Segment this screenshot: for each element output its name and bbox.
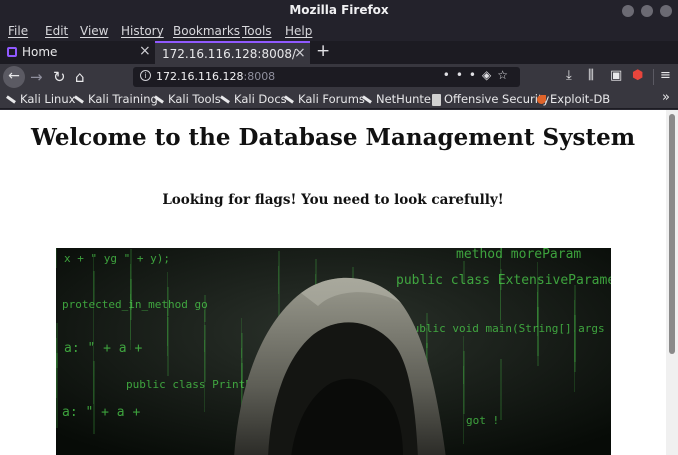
rain-streak <box>93 346 94 404</box>
minimize-button[interactable] <box>622 5 634 17</box>
bookmark-offensive-security[interactable]: Offensive Security <box>432 92 549 106</box>
kali-dragon-icon <box>6 95 16 104</box>
offsec-icon <box>432 93 441 106</box>
menu-file[interactable]: File <box>8 24 28 38</box>
rain-streak <box>500 359 502 420</box>
url-host: 172.16.116.128 <box>156 70 244 83</box>
menu-view[interactable]: View <box>80 24 108 38</box>
sidebar-icon[interactable]: ▣ <box>610 68 622 83</box>
tab-home[interactable]: Home × <box>0 41 155 64</box>
bookmark-label: NetHunter <box>376 92 436 106</box>
ublock-icon[interactable]: ⬢ <box>632 68 643 83</box>
vertical-scrollbar[interactable] <box>666 110 678 455</box>
bookmarks-toolbar: Kali Linux Kali Training Kali Tools Kali… <box>0 90 678 109</box>
downloads-icon[interactable]: ⤓ <box>566 68 572 83</box>
code-line: got ! <box>466 414 499 427</box>
url-bar[interactable]: i 172.16.116.128:8008 •••◈☆ <box>133 67 520 87</box>
bookmark-kali-docs[interactable]: Kali Docs <box>220 92 287 106</box>
code-line: public class ExtensiveParameters <box>396 273 611 288</box>
close-tab-icon[interactable]: × <box>294 45 306 61</box>
page-title: Welcome to the Database Management Syste… <box>30 124 636 151</box>
page-subtitle: Looking for flags! You need to look care… <box>162 192 504 208</box>
maximize-button[interactable] <box>641 5 653 17</box>
site-info-icon[interactable]: i <box>140 70 151 81</box>
menu-bar: File Edit View History Bookmarks Tools H… <box>0 22 678 41</box>
bookmark-label: Kali Training <box>88 92 158 106</box>
rain-streak <box>574 285 576 372</box>
exploit-db-icon <box>537 95 546 104</box>
navigation-toolbar: ← → ↻ ⌂ i 172.16.116.128:8008 •••◈☆ ⤓ ⫼ … <box>0 64 678 90</box>
bookmark-label: Offensive Security <box>444 92 550 106</box>
rain-streak <box>426 313 428 348</box>
hamburger-menu-icon[interactable]: ≡ <box>660 68 671 83</box>
bookmark-kali-training[interactable]: Kali Training <box>74 92 158 106</box>
scrollbar-thumb[interactable] <box>669 114 675 354</box>
home-icon[interactable]: ⌂ <box>75 66 85 88</box>
rain-streak <box>56 248 57 268</box>
hooded-hacker-image: x + " yg " + y); method moreParam protecte… <box>56 248 611 455</box>
kali-dragon-icon <box>362 95 372 104</box>
menu-bookmarks[interactable]: Bookmarks <box>173 24 240 38</box>
bookmark-star-icon[interactable]: ☆ <box>497 68 514 82</box>
url-port: :8008 <box>243 70 276 83</box>
tab-active-page[interactable]: 172.16.116.128:8008/ × <box>155 41 310 64</box>
new-tab-plus-icon[interactable]: + <box>316 41 330 61</box>
hacker-illustration: x + " yg " + y); method moreParam protecte… <box>56 248 611 455</box>
bookmarks-overflow-chevron-icon[interactable]: » <box>662 90 670 105</box>
code-line: a: " + a + <box>62 405 140 420</box>
rain-streak <box>130 249 132 320</box>
bookmark-exploit-db[interactable]: Exploit-DB <box>537 92 610 106</box>
tab-home-label: Home <box>22 45 58 59</box>
menu-edit[interactable]: Edit <box>45 24 68 38</box>
code-line: x + " yg " + y); <box>64 252 170 265</box>
bookmark-label: Exploit-DB <box>550 92 611 106</box>
rain-streak <box>204 295 206 322</box>
reload-icon[interactable]: ↻ <box>53 66 66 88</box>
bookmark-label: Kali Docs <box>234 92 287 106</box>
page-actions: •••◈☆ <box>443 68 514 82</box>
window-title: Mozilla Firefox <box>289 3 389 17</box>
pocket-icon[interactable]: ◈ <box>482 68 497 82</box>
window-titlebar: Mozilla Firefox <box>0 0 678 22</box>
bookmark-kali-tools[interactable]: Kali Tools <box>154 92 221 106</box>
kali-dragon-icon <box>154 95 164 104</box>
kali-dragon-icon <box>284 95 294 104</box>
menu-help[interactable]: Help <box>285 24 312 38</box>
page-actions-menu-icon[interactable]: ••• <box>443 68 482 82</box>
back-arrow-icon[interactable]: ← <box>3 66 25 88</box>
code-line: protected_in_method go <box>62 298 208 311</box>
bookmark-label: Kali Linux <box>20 92 76 106</box>
bookmark-label: Kali Tools <box>168 92 221 106</box>
rain-streak <box>463 336 464 384</box>
rain-streak <box>167 272 168 356</box>
toolbar-separator <box>653 69 654 85</box>
close-window-button[interactable] <box>660 5 672 17</box>
tab-bar: Home × 172.16.116.128:8008/ × + <box>0 41 678 64</box>
code-line: method moreParam <box>456 248 581 262</box>
rain-streak <box>463 261 465 284</box>
close-tab-icon[interactable]: × <box>139 43 151 59</box>
tab-active-label: 172.16.116.128:8008/ <box>162 47 297 61</box>
url-text[interactable]: 172.16.116.128:8008 <box>156 70 275 83</box>
forward-arrow-icon[interactable]: → <box>30 66 43 88</box>
menu-history[interactable]: History <box>121 24 164 38</box>
bookmark-kali-forums[interactable]: Kali Forums <box>284 92 365 106</box>
kali-dragon-icon <box>220 95 230 104</box>
library-icon[interactable]: ⫼ <box>588 68 594 83</box>
rain-streak <box>241 318 242 358</box>
rain-streak <box>537 262 538 336</box>
bookmark-label: Kali Forums <box>298 92 365 106</box>
home-tab-favicon-icon <box>7 47 17 57</box>
bookmark-kali-linux[interactable]: Kali Linux <box>6 92 75 106</box>
bookmark-nethunter[interactable]: NetHunter <box>362 92 436 106</box>
rain-streak <box>56 323 58 368</box>
menu-tools[interactable]: Tools <box>242 24 272 38</box>
kali-dragon-icon <box>74 95 84 104</box>
page-viewport: Welcome to the Database Management Syste… <box>0 110 666 455</box>
rain-streak <box>500 254 501 330</box>
rain-streak <box>93 256 94 344</box>
